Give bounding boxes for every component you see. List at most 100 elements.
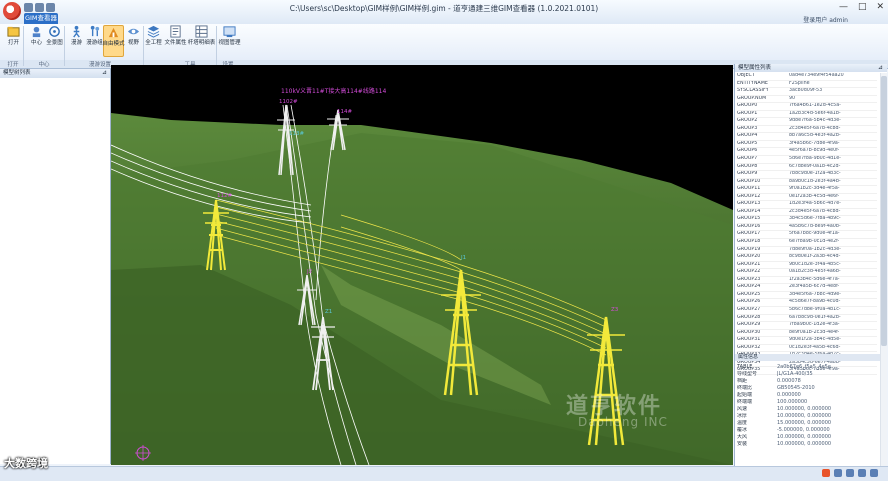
property-row[interactable]: GROUP2 9d8e7f6a-5b4c-4d3e- [737, 118, 877, 126]
pin-icon[interactable]: ⊿ [102, 69, 107, 76]
attribute-row[interactable]: 温度 15.000000, 0.000000 [737, 420, 877, 427]
watermark-subtext: Daoheng INC [578, 415, 668, 429]
tower-label-1102: 1102# [279, 99, 298, 105]
property-row[interactable]: GROUP21 9b0c1d2e-3f4a-4b5c- [737, 262, 877, 270]
property-key: GROUP30 [737, 329, 761, 335]
property-row[interactable]: GROUP12 0e1f2a3b-4c5d-4e6f- [737, 194, 877, 202]
property-row[interactable]: GROUP14 2c3d4e5f-6a7b-4c8d- [737, 209, 877, 217]
property-row[interactable]: GROUP24 2e3f4a5b-6c7d-4e8f- [737, 284, 877, 292]
property-row[interactable]: GROUP7 5d6e7f8a-9b0c-4d1e- [737, 156, 877, 164]
property-row[interactable]: GROUP31 9d0e1f2a-3b4c-4d5e- [737, 337, 877, 345]
attribute-key: 档距 [737, 378, 748, 384]
attribute-row[interactable]: 终端端 100.000000 [737, 399, 877, 406]
property-value: F2Spline [789, 80, 810, 86]
file-props-button[interactable]: 文件属性 [164, 25, 187, 55]
model-tree-panel[interactable]: 模型树列表 ⊿ [0, 69, 111, 464]
property-row[interactable]: GROUP22 0a1b2c3d-4e5f-4a6b- [737, 269, 877, 277]
property-panel[interactable]: 模型属性列表 ⊿ OBJECT 0ad4e734e9f4f54aa20 ENTITY… [734, 64, 887, 468]
attribute-row[interactable]: 冰厚 10.000000, 0.000000 [737, 413, 877, 420]
property-value: 8b7a6c5d-4e3f-4a2b- [789, 133, 841, 139]
attribute-row[interactable]: 大风 10.000000, 0.000000 [737, 434, 877, 441]
tower-label-j1: J1 [460, 255, 466, 261]
pin-icon[interactable]: ⊿ [878, 64, 883, 71]
property-row[interactable]: GROUP4 8b7a6c5d-4e3f-4a2b- [737, 133, 877, 141]
attribute-row[interactable]: 导线型号 JL/G1A-400/35 [737, 371, 877, 378]
property-value: 1a2b3c4d-5e6f-4a1b- [789, 110, 841, 116]
attributes-title: 属性信息 [738, 354, 759, 360]
property-row[interactable]: ENTITYNAME F2Spline [737, 81, 877, 89]
tower-list-icon [195, 25, 208, 38]
property-value: 5d6e7f8a-9b0c-4d1e- [789, 156, 841, 162]
property-row[interactable]: GROUP18 6e7f8a9b-0c1d-4e2f- [737, 239, 877, 247]
close-button[interactable]: ✕ [876, 2, 884, 12]
property-value: 4c5d6e7f-8a9b-4c0d- [789, 299, 841, 305]
property-key: GROUP6 [737, 148, 758, 154]
attribute-key: 终端端 [737, 399, 753, 405]
view-manage-button[interactable]: 视图管理 [218, 25, 241, 55]
ribbon: 打开 中心 全景图 漫游 漫游组 自由模式 视野 全工程 文件属性 杆塔明细表 … [0, 24, 888, 61]
property-value: 0ad4e734e9f4f54aa20 [789, 73, 844, 78]
property-value: 2e3f4a5b-6c7d-4e8f- [789, 284, 840, 290]
property-row[interactable]: GROUP9 7b8c9d0e-1f2a-4b3c- [737, 171, 877, 179]
view-manage-icon [223, 26, 236, 38]
attribute-row[interactable]: 起始端 0.000000 [737, 392, 877, 399]
property-row[interactable]: GROUP11 9f0a1b2c-3d4e-4f5a- [737, 186, 877, 194]
property-row[interactable]: GROUP16 4a5b6c7d-8e9f-4a0b- [737, 224, 877, 232]
keyboard-icon[interactable] [834, 469, 842, 477]
property-row[interactable]: GROUP17 5f6a7b8c-9d0e-4f1a- [737, 231, 877, 240]
attribute-row[interactable]: 风速 10.000000, 0.000000 [737, 406, 877, 413]
ribbon-separator [216, 26, 217, 66]
property-row[interactable]: GROUP25 3d4e5f6a-7b8c-4d9e- [737, 292, 877, 300]
attributes-header: 属性信息 [735, 354, 887, 361]
property-row[interactable]: GROUP19 7d8e9f0a-1b2c-4d3e- [737, 247, 877, 255]
property-key: GROUP8 [737, 163, 758, 169]
attribute-key: 风速 [737, 406, 748, 412]
panorama-icon [49, 26, 60, 37]
property-row[interactable]: GROUP.NUM 90 [737, 96, 877, 104]
property-scrollbar-thumb[interactable] [881, 76, 887, 346]
property-row[interactable]: GROUP3 2c3d4e5f-6a7b-4c8d- [737, 126, 877, 134]
attribute-row[interactable]: 安装 10.000000, 0.000000 [737, 441, 877, 448]
property-row[interactable]: GROUP30 8e9f0a1b-2c3d-4e4f- [737, 330, 877, 338]
tab-gim-viewer[interactable]: GIM查看器 [24, 13, 58, 24]
property-row[interactable]: GROUP20 8c9d0e1f-2a3b-4c4d- [737, 254, 877, 262]
user-label: 登录用户 admin [803, 17, 848, 24]
property-row[interactable]: GROUP13 1d2e3f4a-5b6c-4d7e- [737, 201, 877, 209]
ime-icon[interactable] [822, 469, 830, 477]
property-row[interactable]: GROUP27 5b6c7d8e-9f0a-4b1c- [737, 307, 877, 315]
property-row[interactable]: OBJECT 0ad4e734e9f4f54aa20 [737, 73, 877, 81]
property-key: GROUP.NUM [737, 95, 767, 101]
property-key: GROUP1 [737, 110, 758, 116]
property-row[interactable]: GROUP28 6a7b8c9d-0e1f-4a2b- [737, 315, 877, 323]
settings-icon[interactable] [858, 469, 866, 477]
property-row[interactable]: GROUP26 4c5d6e7f-8a9b-4c0d- [737, 299, 877, 307]
property-row[interactable]: GROUP32 0c1d2e3f-4a5b-4c6d- [737, 345, 877, 353]
property-value: 0e1f2a3b-4c5d-4e6f- [789, 193, 840, 199]
property-row[interactable]: GROUP8 6c7d8e9f-0a1b-4c2d- [737, 164, 877, 172]
attribute-row[interactable]: TABLE 2a0b67e6_f5a5_4e5e [737, 364, 877, 371]
property-key: GROUP17 [737, 231, 761, 237]
property-row[interactable]: GROUP29 7f8a9b0c-1d2e-4f3a- [737, 322, 877, 330]
attribute-row[interactable]: 覆冰 -5.000000, 0.000000 [737, 427, 877, 434]
attribute-key: 冰厚 [737, 413, 748, 419]
property-row[interactable]: GROUP1 1a2b3c4d-5e6f-4a1b- [737, 111, 877, 119]
property-row[interactable]: GROUP23 1f2a3b4c-5d6e-4f7a- [737, 277, 877, 285]
mic-icon[interactable] [846, 469, 854, 477]
property-row[interactable]: GROUP6 4e5f6a7b-8c9d-4e0f- [737, 148, 877, 157]
property-row[interactable]: SYSCLASSIFY 3ac80d09f-53 [737, 88, 877, 96]
property-row[interactable]: GROUP15 3b4c5d6e-7f8a-4b9c- [737, 216, 877, 224]
attribute-value: 0.000078 [777, 378, 801, 384]
property-key: SYSCLASSIFY [737, 88, 769, 94]
attribute-row[interactable]: 档距 0.000078 [737, 378, 877, 385]
tower-list-button[interactable]: 杆塔明细表 [188, 25, 215, 55]
property-key: GROUP4 [737, 133, 758, 139]
attribute-value: -5.000000, 0.000000 [777, 427, 830, 433]
property-row[interactable]: GROUP10 8a9b0c1d-2e3f-4a4b- [737, 179, 877, 187]
attribute-row[interactable]: 终端比 GB50545-2010 [737, 385, 877, 392]
walk-icon [73, 25, 80, 38]
grid-icon[interactable] [870, 469, 878, 477]
property-row[interactable]: GROUP5 3f4a5b6c-7d8e-4f9a- [737, 141, 877, 149]
maximize-button[interactable]: □ [858, 2, 867, 12]
minimize-button[interactable]: — [839, 2, 848, 12]
property-row[interactable]: GROUP0 7f6a4b61-1e2d-4c5a- [737, 103, 877, 111]
